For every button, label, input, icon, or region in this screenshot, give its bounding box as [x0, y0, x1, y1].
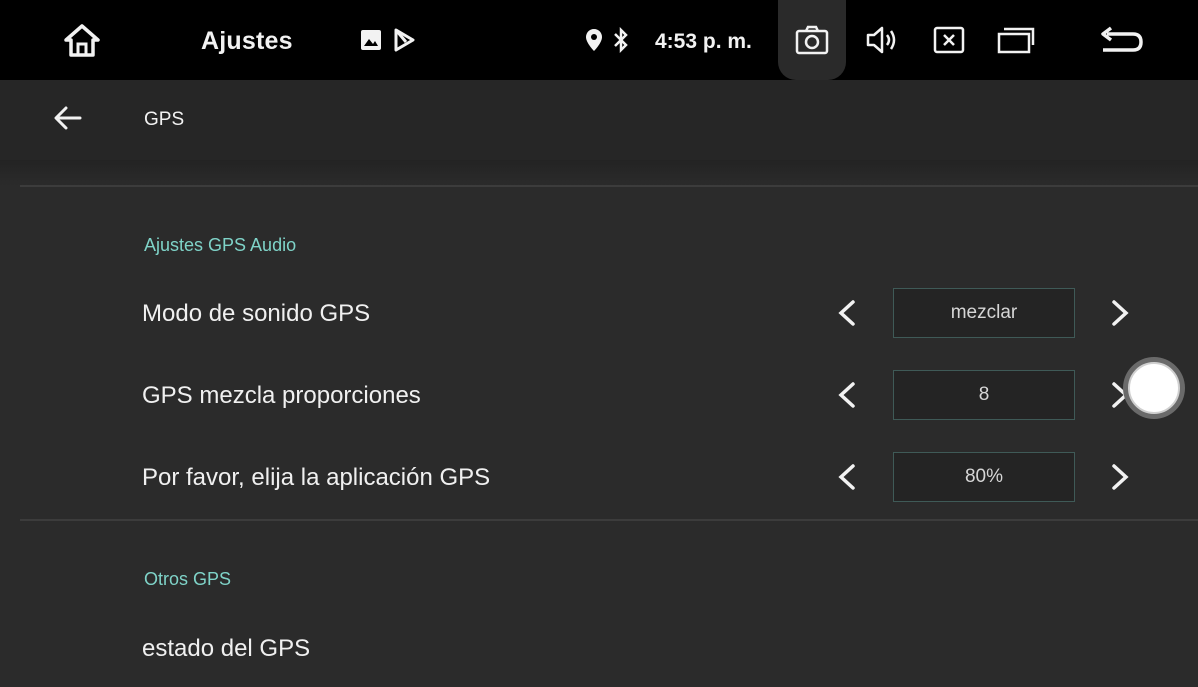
divider — [20, 519, 1198, 521]
sound-mode-value: mezclar — [893, 288, 1075, 338]
location-icon — [582, 0, 606, 80]
row-label-gps-app: Por favor, elija la aplicación GPS — [142, 464, 491, 491]
arrow-left-icon[interactable] — [50, 100, 86, 136]
clock: 4:53 p. m. — [655, 30, 752, 53]
app-title: Ajustes — [201, 27, 293, 55]
row-label-mix-proportion: GPS mezcla proporciones — [142, 382, 421, 409]
back-return-icon[interactable] — [1094, 0, 1148, 80]
divider — [20, 185, 1198, 187]
gps-app-value: 80% — [893, 452, 1075, 502]
volume-icon[interactable] — [860, 0, 904, 80]
image-icon — [356, 0, 386, 80]
chevron-left-icon[interactable] — [832, 293, 862, 333]
home-icon[interactable] — [55, 0, 109, 80]
chevron-left-icon[interactable] — [832, 375, 862, 415]
chevron-left-icon[interactable] — [832, 457, 862, 497]
section-header-gps-audio: Ajustes GPS Audio — [144, 235, 297, 255]
assistive-touch-icon — [1128, 362, 1180, 414]
assistive-touch-button[interactable] — [1123, 357, 1185, 419]
recents-icon[interactable] — [994, 0, 1038, 80]
mix-proportion-value: 8 — [893, 370, 1075, 420]
chevron-right-icon[interactable] — [1105, 457, 1135, 497]
page-title: GPS — [144, 109, 185, 130]
row-label-sound-mode: Modo de sonido GPS — [142, 300, 371, 327]
status-bar: Ajustes 4:53 p. m. — [0, 0, 1198, 80]
bluetooth-icon — [610, 0, 632, 80]
toolbar-shadow — [0, 160, 1198, 186]
camera-icon[interactable] — [790, 0, 834, 80]
play-store-icon — [389, 0, 419, 80]
close-window-icon[interactable] — [927, 0, 971, 80]
row-label-gps-status[interactable]: estado del GPS — [142, 635, 310, 663]
chevron-right-icon[interactable] — [1105, 293, 1135, 333]
section-header-other-gps: Otros GPS — [144, 569, 232, 589]
